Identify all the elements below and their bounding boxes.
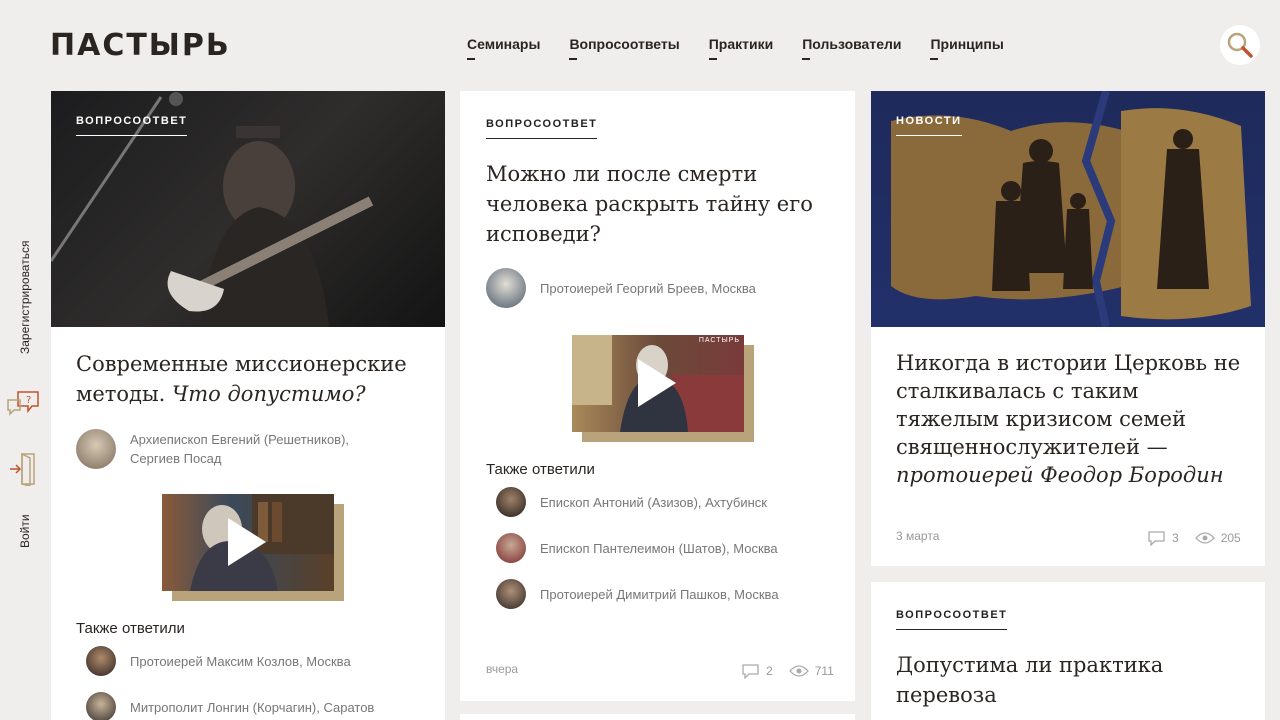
article-card-news[interactable]: Новости Никогда в истории Церковь не ста…: [871, 91, 1265, 566]
video-thumbnail[interactable]: [162, 494, 344, 601]
article-title[interactable]: Современные миссионерские методы. Что до…: [76, 349, 421, 409]
avatar: [86, 692, 116, 720]
article-stats: 3 205: [1148, 530, 1241, 546]
author[interactable]: Архиепископ Евгений (Решетников), Сергиев…: [76, 429, 349, 469]
responder-name: Митрополит Лонгин (Корчагин), Саратов: [130, 699, 375, 715]
article-card-confession[interactable]: Вопросоответ Можно ли после смерти челов…: [460, 91, 855, 701]
question-chat-icon[interactable]: ?: [6, 388, 42, 425]
nav-seminars[interactable]: Семинары: [467, 36, 540, 60]
register-link[interactable]: Зарегистрироваться: [18, 241, 32, 354]
site-logo[interactable]: ПАСТЫРЬ: [50, 28, 231, 63]
publish-date: вчера: [486, 662, 519, 676]
avatar: [496, 533, 526, 563]
avatar: [486, 268, 526, 308]
article-title[interactable]: Никогда в истории Церковь не сталкивалас…: [896, 349, 1241, 489]
article-title[interactable]: Допустима ли практика перевоза: [896, 650, 1241, 710]
also-answered-heading: Также ответили: [76, 620, 185, 637]
author-place: Сергиев Посад: [130, 451, 222, 466]
publish-date: 3 марта: [896, 529, 940, 543]
search-button[interactable]: [1220, 25, 1260, 65]
author[interactable]: Протоиерей Георгий Бреев, Москва: [486, 268, 756, 308]
comment-count: 2: [766, 664, 773, 678]
category-label[interactable]: Вопросоответ: [76, 115, 188, 136]
author-name: Архиепископ Евгений (Решетников),: [130, 432, 350, 447]
author-name: Протоиерей Георгий Бреев, Москва: [540, 280, 756, 296]
article-card-next[interactable]: [460, 714, 855, 720]
category-label[interactable]: Вопросоответ: [486, 118, 598, 139]
avatar: [86, 646, 116, 676]
nav-principles[interactable]: Принципы: [930, 36, 1004, 60]
search-icon: [1227, 32, 1253, 58]
comment-icon: [742, 664, 759, 679]
article-card-missionary[interactable]: Вопросоответ Современные миссионерские м…: [51, 91, 445, 720]
article-card-transport[interactable]: Вопросоответ Допустима ли практика перев…: [871, 582, 1265, 720]
avatar: [496, 487, 526, 517]
nav-qa[interactable]: Вопросоответы: [569, 36, 680, 60]
avatar: [496, 579, 526, 609]
comment-count: 3: [1172, 531, 1179, 545]
svg-text:?: ?: [26, 395, 31, 406]
also-answered-item[interactable]: Епископ Антоний (Азизов), Ахтубинск: [496, 487, 767, 517]
also-answered-item[interactable]: Протоиерей Максим Козлов, Москва: [86, 646, 351, 676]
login-door-icon[interactable]: [8, 452, 38, 491]
responder-name: Протоиерей Димитрий Пашков, Москва: [540, 586, 779, 602]
article-title[interactable]: Можно ли после смерти человека раскрыть …: [486, 159, 836, 249]
category-label[interactable]: Вопросоответ: [896, 609, 1008, 630]
avatar: [76, 429, 116, 469]
cover-image: Вопросоответ: [51, 91, 445, 327]
comment-icon: [1148, 531, 1165, 546]
eye-icon: [1194, 532, 1215, 544]
also-answered-item[interactable]: Епископ Пантелеимон (Шатов), Москва: [496, 533, 778, 563]
responder-name: Епископ Антоний (Азизов), Ахтубинск: [540, 494, 767, 510]
play-icon: [638, 359, 676, 407]
also-answered-heading: Также ответили: [486, 461, 595, 478]
also-answered-item[interactable]: Митрополит Лонгин (Корчагин), Саратов: [86, 692, 374, 720]
login-link[interactable]: Войти: [18, 514, 32, 548]
nav-users[interactable]: Пользователи: [802, 36, 901, 60]
view-count: 205: [1220, 531, 1241, 545]
nav-practices[interactable]: Практики: [708, 36, 773, 60]
eye-icon: [788, 665, 809, 677]
responder-name: Епископ Пантелеимон (Шатов), Москва: [540, 540, 778, 556]
view-count: 711: [814, 664, 834, 678]
category-label[interactable]: Новости: [896, 115, 962, 136]
video-thumbnail[interactable]: ПАСТЫРЬ: [572, 335, 754, 442]
also-answered-item[interactable]: Протоиерей Димитрий Пашков, Москва: [496, 579, 779, 609]
cover-image: Новости: [871, 91, 1265, 327]
video-caption: ПАСТЫРЬ: [698, 337, 740, 344]
play-icon: [228, 518, 266, 566]
main-nav: Семинары Вопросоответы Практики Пользова…: [467, 36, 1004, 60]
responder-name: Протоиерей Максим Козлов, Москва: [130, 653, 351, 669]
article-stats: 2 711: [742, 663, 834, 679]
